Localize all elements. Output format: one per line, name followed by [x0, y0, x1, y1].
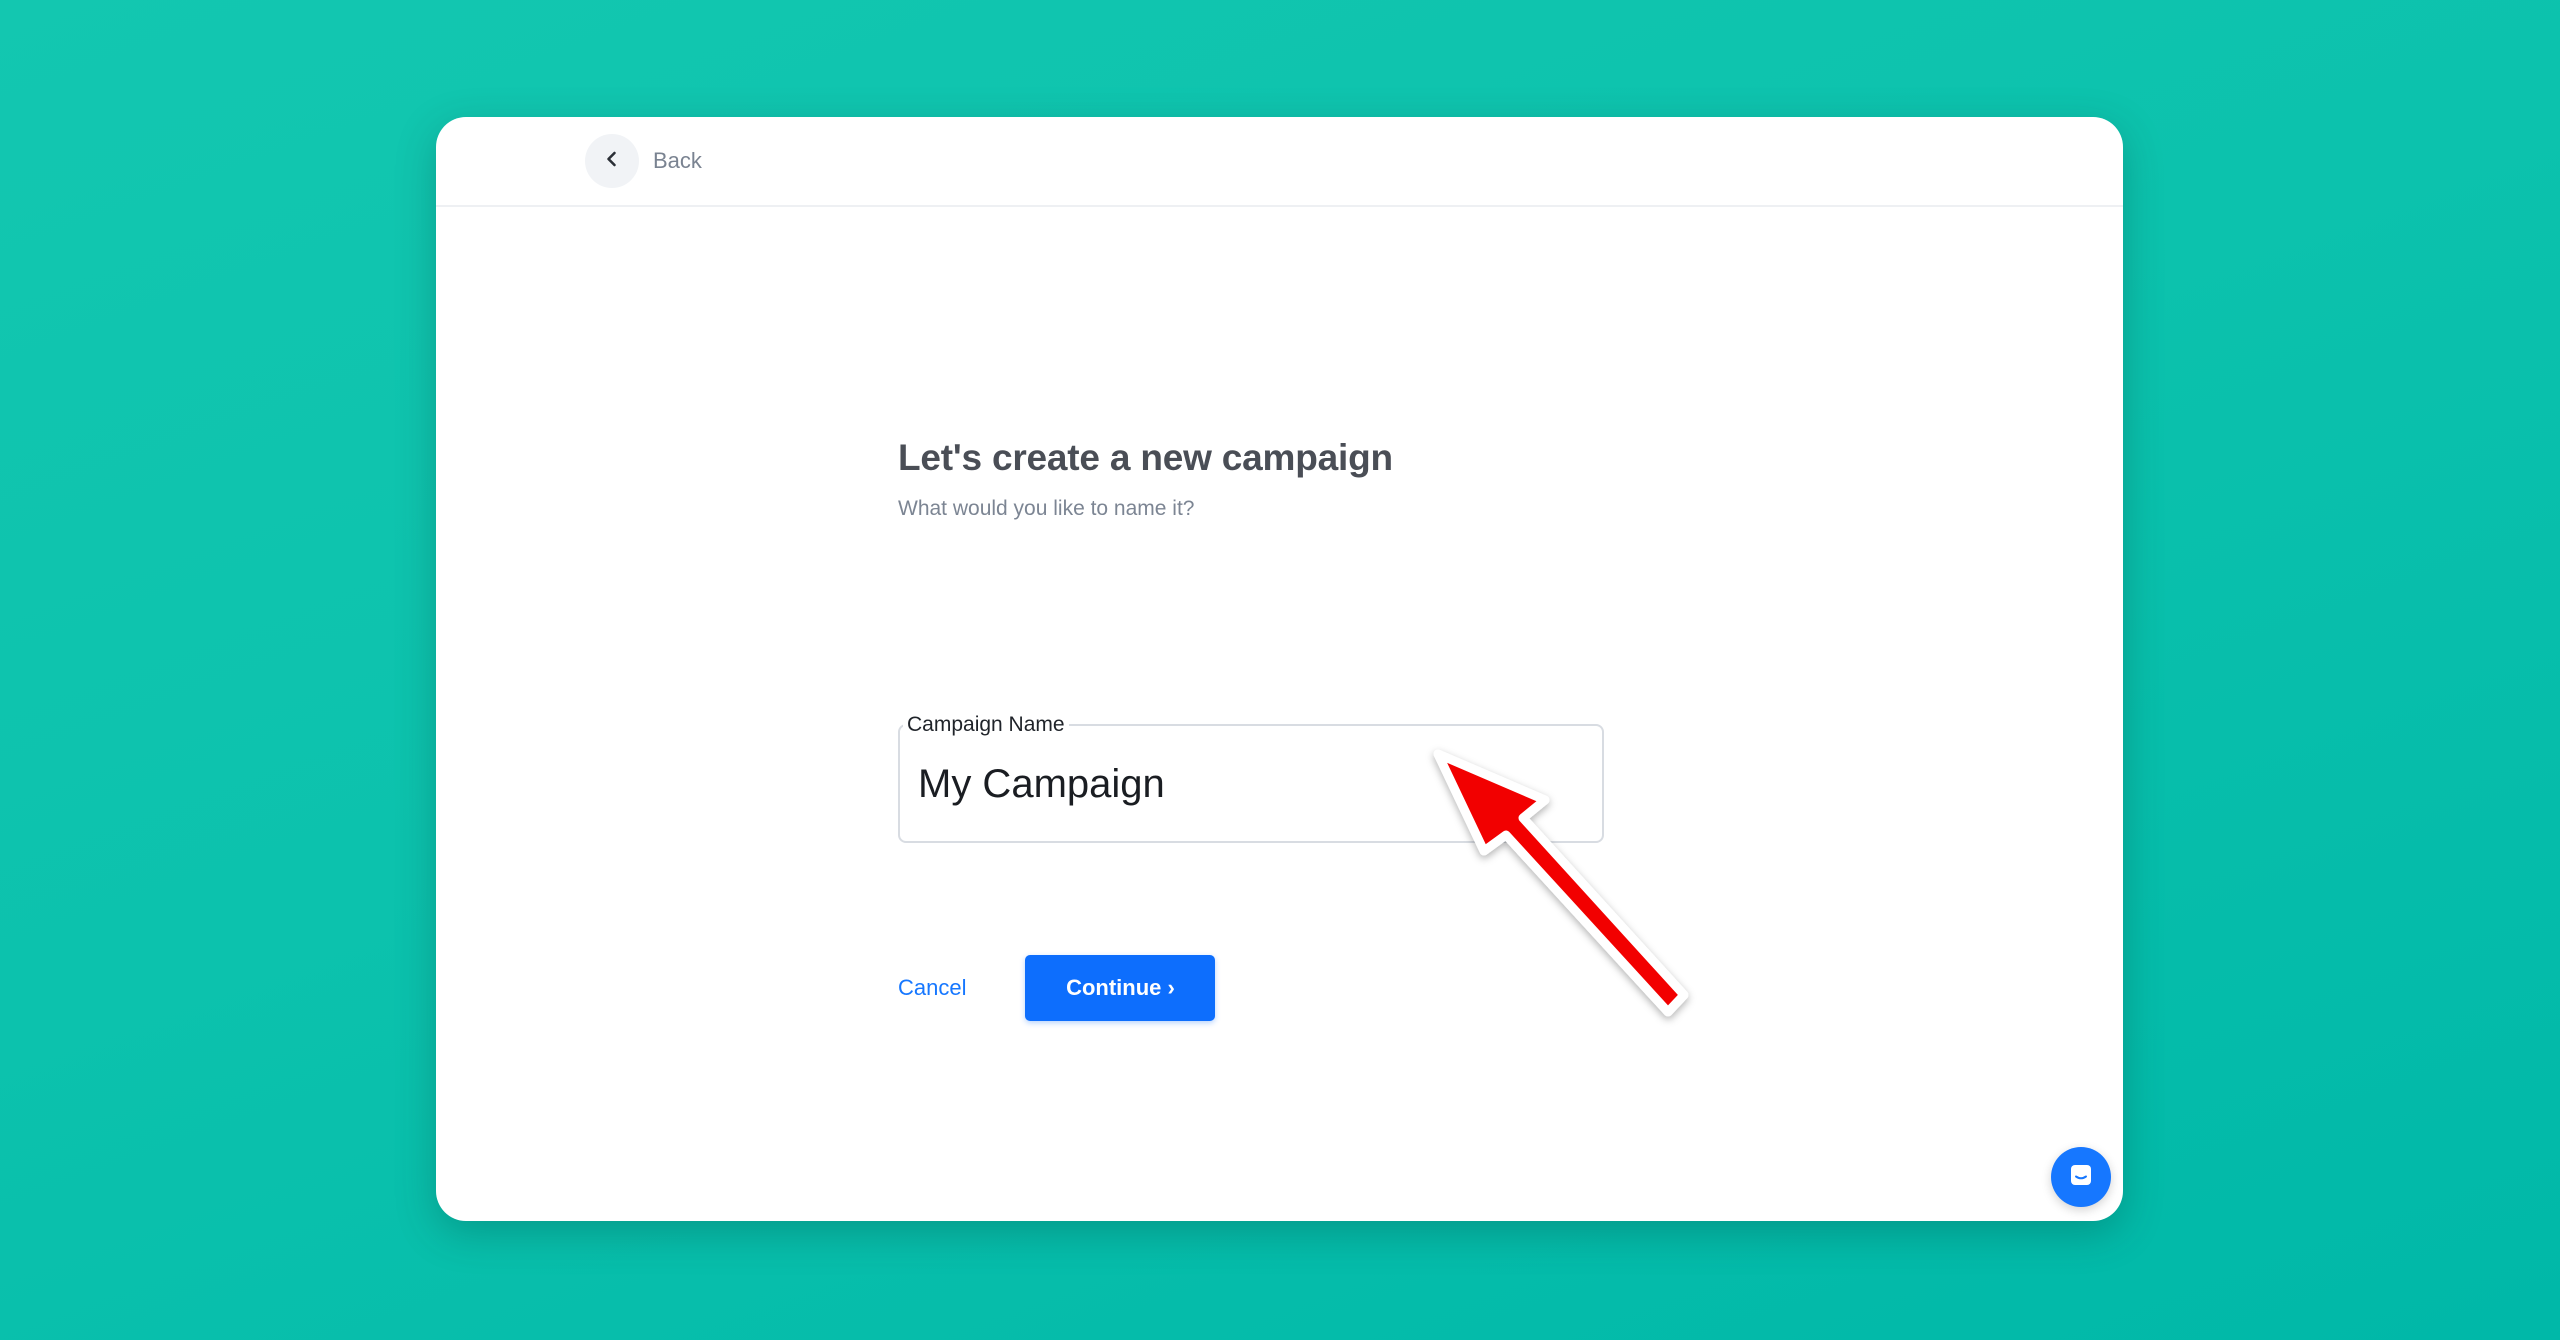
create-campaign-form: Let's create a new campaign What would y… — [898, 437, 1618, 1021]
back-button[interactable]: Back — [585, 134, 702, 188]
chat-icon — [2067, 1161, 2095, 1194]
app-window: Back Let's create a new campaign What wo… — [436, 117, 2123, 1221]
red-arrow-annotation — [1420, 740, 1700, 1030]
chevron-left-icon — [603, 150, 621, 173]
back-circle[interactable] — [585, 134, 639, 188]
cancel-button[interactable]: Cancel — [898, 975, 966, 1001]
continue-button[interactable]: Continue › — [1025, 955, 1216, 1021]
page-subtitle: What would you like to name it? — [898, 497, 1195, 520]
chat-launcher-button[interactable] — [2051, 1147, 2111, 1207]
campaign-name-label: Campaign Name — [903, 711, 1069, 739]
back-label[interactable]: Back — [653, 148, 702, 174]
page-title: Let's create a new campaign — [898, 437, 1393, 478]
top-bar: Back — [436, 117, 2123, 207]
form-actions: Cancel Continue › — [898, 955, 1216, 1021]
